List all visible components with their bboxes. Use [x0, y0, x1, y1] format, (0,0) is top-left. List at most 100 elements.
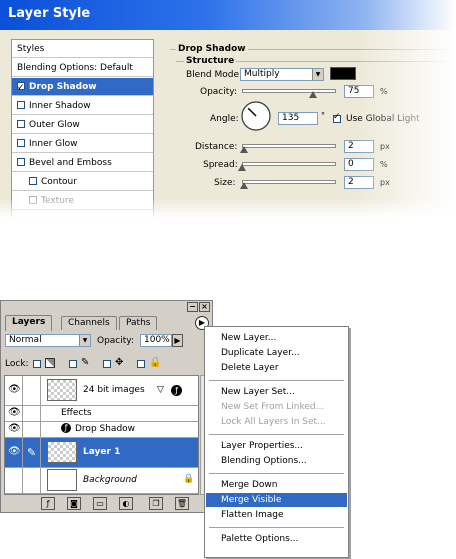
spread-label: Spread: [203, 160, 238, 170]
menu-item-new-layer-set[interactable]: New Layer Set... [206, 385, 347, 399]
menu-item-flatten-image[interactable]: Flatten Image [206, 508, 347, 522]
visibility-toggle[interactable]: 👁 [5, 376, 23, 405]
adjustment-layer-icon[interactable]: ◐ [119, 497, 133, 510]
menu-item-blending-options[interactable]: Blending Options... [206, 454, 347, 468]
size-slider[interactable] [242, 180, 336, 184]
menu-item-palette-options[interactable]: Palette Options... [206, 532, 347, 546]
size-field[interactable]: 2 [344, 176, 374, 189]
style-item-label: Outer Glow [29, 120, 80, 130]
style-checkbox[interactable] [17, 79, 25, 97]
style-item-blending-options-default[interactable]: Blending Options: Default [12, 59, 153, 77]
layer-thumbnail[interactable] [47, 379, 77, 401]
layer-opacity-label: Opacity: [97, 336, 134, 346]
style-item-drop-shadow[interactable]: Drop Shadow [12, 78, 153, 97]
layer-thumbnail[interactable] [47, 441, 77, 463]
menu-item-delete-layer[interactable]: Delete Layer [206, 361, 347, 375]
layers-palette: − × Layers Channels Paths ▶ Normal ▼ Opa… [0, 300, 213, 513]
use-global-light-label: Use Global Light [346, 114, 420, 124]
menu-item-new-layer[interactable]: New Layer... [206, 331, 347, 345]
distance-field[interactable]: 2 [344, 140, 374, 153]
link-toggle[interactable]: ✎ [23, 438, 41, 467]
style-checkbox[interactable] [17, 139, 25, 147]
layer-name: 24 bit images [83, 385, 145, 395]
minimize-icon[interactable]: − [187, 302, 198, 312]
visibility-toggle[interactable]: 👁 [5, 422, 23, 437]
blend-mode-label: Blend Mode: [186, 70, 243, 80]
opacity-arrow-button[interactable]: ▶ [172, 334, 183, 347]
layer-thumbnail[interactable] [47, 469, 77, 491]
style-checkbox[interactable] [17, 120, 25, 128]
menu-item-duplicate-layer[interactable]: Duplicate Layer... [206, 346, 347, 360]
lock-all-checkbox[interactable] [137, 360, 145, 368]
style-checkbox[interactable] [17, 158, 25, 166]
play-arrow-icon: ▶ [174, 336, 181, 345]
link-toggle[interactable] [23, 468, 41, 493]
new-set-icon[interactable]: ▭ [93, 497, 107, 510]
style-item-inner-shadow[interactable]: Inner Shadow [12, 97, 153, 115]
style-item-label: Inner Glow [29, 139, 78, 149]
close-icon[interactable]: × [199, 302, 210, 312]
spread-field[interactable]: 0 [344, 158, 374, 171]
trash-icon[interactable]: 🗑 [175, 497, 189, 510]
palette-context-menu: New Layer... Duplicate Layer... Delete Lay… [204, 326, 349, 558]
effect-icon: ƒ [171, 385, 182, 396]
menu-item-merge-down[interactable]: Merge Down [206, 478, 347, 492]
shadow-color-swatch[interactable] [330, 67, 356, 80]
menu-separator [209, 380, 344, 381]
dialog-titlebar[interactable]: Layer Style [0, 0, 456, 30]
add-mask-icon[interactable]: ◙ [67, 497, 81, 510]
visibility-toggle[interactable] [5, 468, 23, 493]
lock-transparency-icon [45, 358, 55, 368]
layer-row[interactable]: 👁 24 bit images ▽ ƒ [5, 376, 198, 406]
menu-item-layer-properties[interactable]: Layer Properties... [206, 439, 347, 453]
add-style-icon[interactable]: ƒ [41, 497, 55, 510]
angle-value: 135 [282, 113, 300, 123]
style-item-outer-glow[interactable]: Outer Glow [12, 116, 153, 134]
lock-transparency-checkbox[interactable] [33, 360, 41, 368]
style-item-inner-glow[interactable]: Inner Glow [12, 135, 153, 153]
spread-slider-thumb[interactable] [238, 164, 246, 171]
spread-slider[interactable] [242, 162, 336, 166]
style-item-contour[interactable]: Contour [12, 173, 153, 191]
structure-title: Structure [184, 56, 237, 66]
link-toggle[interactable] [23, 376, 41, 405]
tab-channels[interactable]: Channels [61, 316, 117, 330]
distance-slider-thumb[interactable] [240, 146, 248, 153]
opacity-label: Opacity: [200, 87, 237, 97]
effect-icon: ƒ [61, 423, 71, 433]
layer-opacity-field[interactable]: 100% [140, 334, 172, 347]
effect-row[interactable]: 👁 Drop Shadow ƒ [5, 422, 198, 438]
tab-layers[interactable]: Layers [5, 315, 53, 331]
opacity-slider-thumb[interactable] [308, 91, 317, 98]
layer-name: Background [83, 475, 137, 485]
visibility-toggle[interactable]: 👁 [5, 406, 23, 421]
opacity-slider[interactable] [242, 89, 336, 93]
opacity-field[interactable]: 75 [344, 85, 374, 98]
angle-field[interactable]: 135 [278, 112, 318, 125]
lock-position-checkbox[interactable] [103, 360, 111, 368]
use-global-light-checkbox[interactable] [333, 112, 341, 123]
tab-paths[interactable]: Paths [119, 316, 158, 330]
expand-effects-icon[interactable]: ▽ [157, 385, 164, 395]
style-item-styles[interactable]: Styles [12, 40, 153, 58]
visibility-toggle[interactable]: 👁 [5, 438, 23, 467]
blend-mode-select[interactable]: Normal ▼ [5, 334, 91, 347]
layer-row[interactable]: 👁 ✎ Layer 1 [5, 438, 198, 468]
style-checkbox[interactable] [17, 101, 25, 109]
layer-row[interactable]: Background 🔒 [5, 468, 198, 494]
angle-dial-icon[interactable] [240, 100, 272, 132]
style-item-bevel-and-emboss[interactable]: Bevel and Emboss [12, 154, 153, 172]
palette-titlebar[interactable]: − × [1, 301, 212, 313]
spread-unit: % [380, 160, 388, 169]
distance-label: Distance: [195, 142, 238, 152]
style-checkbox[interactable] [29, 177, 37, 185]
effects-row[interactable]: 👁 Effects [5, 406, 198, 422]
lock-image-checkbox[interactable] [69, 360, 77, 368]
menu-separator [209, 473, 344, 474]
chevron-down-icon: ▼ [79, 335, 90, 346]
menu-item-merge-visible[interactable]: Merge Visible [206, 493, 347, 507]
size-slider-thumb[interactable] [240, 182, 248, 189]
blend-mode-select[interactable]: Multiply ▼ [240, 68, 324, 81]
new-layer-icon[interactable]: ❐ [149, 497, 163, 510]
distance-slider[interactable] [242, 144, 336, 148]
